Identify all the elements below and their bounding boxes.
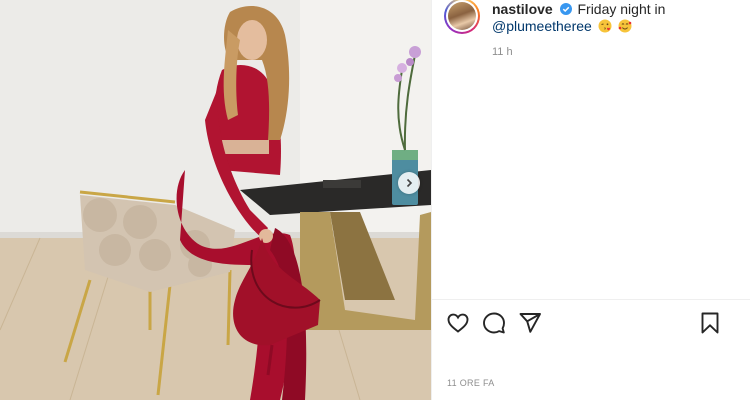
share-button[interactable] <box>518 311 542 335</box>
username-link[interactable]: nastilove <box>492 1 553 17</box>
verified-badge-icon <box>559 3 572 15</box>
chevron-right-icon <box>406 178 413 188</box>
avatar[interactable] <box>444 0 480 34</box>
mention-link[interactable]: @plumeetheree <box>492 18 592 34</box>
kiss-face-emoji <box>598 19 612 33</box>
post-photo <box>0 0 431 400</box>
save-button[interactable] <box>698 311 722 335</box>
bookmark-icon <box>701 312 719 334</box>
avatar-image <box>448 2 476 30</box>
comment-bubble-icon <box>483 312 505 334</box>
caption-text: Friday night in <box>577 1 666 17</box>
post-date[interactable]: 11 ORE FA <box>447 378 495 388</box>
paper-plane-icon <box>519 313 541 333</box>
post-media[interactable] <box>0 0 431 400</box>
post-actions-bar <box>446 311 741 337</box>
divider <box>432 299 750 300</box>
post-caption: nastilove Friday night in @plumeetheree <box>492 1 742 35</box>
post-side-panel: nastilove Friday night in @plumeetheree … <box>431 0 750 400</box>
like-button[interactable] <box>446 311 470 335</box>
comment-button[interactable] <box>482 311 506 335</box>
next-media-button[interactable] <box>398 172 420 194</box>
post-relative-time: 11 h <box>492 46 513 58</box>
smiling-face-hearts-emoji <box>618 19 632 33</box>
heart-icon <box>447 313 469 333</box>
